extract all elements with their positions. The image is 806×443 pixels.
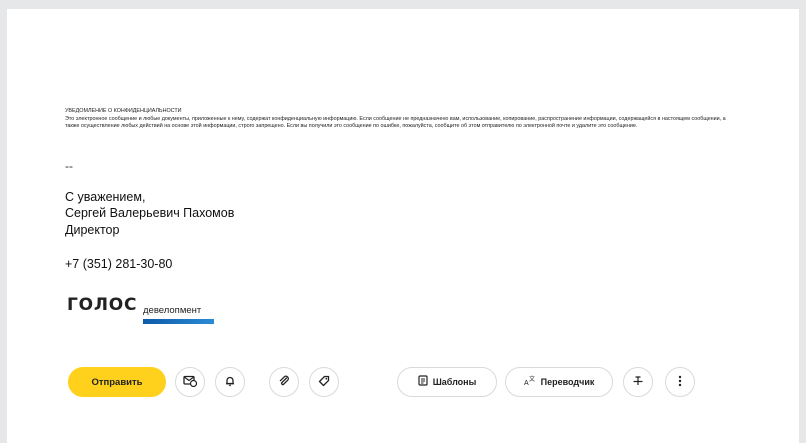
- tag-icon: [318, 375, 330, 389]
- svg-text:文: 文: [529, 375, 535, 383]
- signature-position: Директор: [65, 223, 120, 237]
- templates-button-label: Шаблоны: [432, 377, 477, 387]
- signature-separator: --: [65, 159, 73, 173]
- template-icon: [418, 375, 428, 389]
- logo-word-golos: ГОЛОС: [67, 295, 138, 315]
- strikethrough-button[interactable]: [623, 367, 653, 397]
- templates-button[interactable]: Шаблоны: [397, 367, 497, 397]
- attach-button[interactable]: [269, 367, 299, 397]
- confidentiality-notice: УВЕДОМЛЕНИЕ О КОНФИДЕНЦИАЛЬНОСТИ Это эле…: [65, 108, 741, 131]
- signature-greeting: С уважением,: [65, 190, 146, 204]
- send-button-label: Отправить: [91, 376, 143, 388]
- reminder-button[interactable]: [215, 367, 245, 397]
- notice-title: УВЕДОМЛЕНИЕ О КОНФИДЕНЦИАЛЬНОСТИ: [65, 108, 182, 114]
- signature-phone: +7 (351) 281-30-80: [65, 257, 173, 271]
- translate-icon: A文: [524, 375, 536, 389]
- more-options-button[interactable]: [665, 367, 695, 397]
- send-button[interactable]: Отправить: [68, 367, 166, 397]
- strikethrough-icon: [632, 375, 644, 389]
- paperclip-icon: [278, 375, 290, 389]
- compose-panel: УВЕДОМЛЕНИЕ О КОНФИДЕНЦИАЛЬНОСТИ Это эле…: [7, 9, 799, 443]
- company-logo: ГОЛОС девелопмент: [67, 295, 214, 324]
- more-icon: [678, 375, 682, 389]
- bell-icon: [224, 375, 236, 389]
- mail-schedule-icon: [183, 375, 198, 389]
- schedule-send-button[interactable]: [175, 367, 205, 397]
- notice-body: Это электронное сообщение и любые докуме…: [65, 115, 726, 130]
- label-button[interactable]: [309, 367, 339, 397]
- signature-name: Сергей Валерьевич Пахомов: [65, 206, 235, 220]
- logo-word-development: девелопмент: [143, 305, 202, 316]
- translator-button[interactable]: A文 Переводчик: [505, 367, 613, 397]
- compose-toolbar: Отправить Шаблоны A 文 Переводчик: [7, 367, 799, 399]
- logo-accent-bar: [143, 319, 214, 324]
- translator-button-label: Переводчик: [540, 377, 595, 387]
